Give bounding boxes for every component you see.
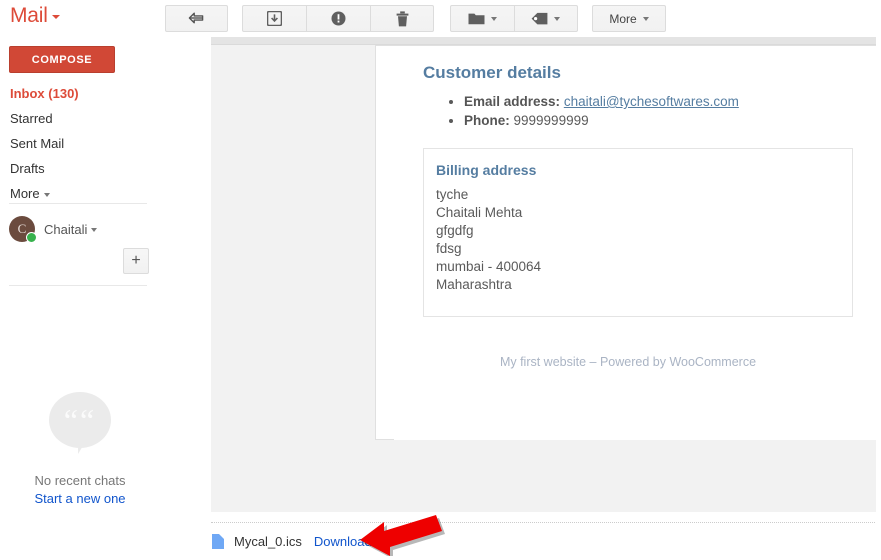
email-html-body: Customer details Email address: chaitali… [394,47,881,440]
customer-details-list: Email address: chaitali@tychesoftwares.c… [394,93,881,130]
start-new-chat-link[interactable]: Start a new one [0,491,160,506]
chat-empty-state: ““ No recent chats Start a new one [0,392,160,506]
chevron-down-icon [91,228,98,233]
online-status-dot [26,232,37,243]
top-bar: Mail More [0,0,881,38]
sidebar-item-label: Inbox (130) [10,86,79,101]
customer-details-heading: Customer details [423,63,561,82]
sidebar-item-inbox[interactable]: Inbox (130) [0,82,211,107]
chevron-down-icon [642,16,649,21]
add-contact-button[interactable]: + [123,248,149,274]
archive-icon [267,11,282,26]
attachment-download-link[interactable]: Download [314,534,372,549]
phone-label: Phone: [464,113,510,128]
sidebar-item-sent-mail[interactable]: Sent Mail [0,132,211,157]
delete-button[interactable] [371,6,433,31]
organize-button-group [450,5,578,32]
mail-logo[interactable]: Mail [10,4,60,28]
attachment-item: Mycal_0.ics Download [211,534,372,549]
content-scroll-strip[interactable] [211,37,881,45]
email-content-area: Customer details Email address: chaitali… [211,37,881,512]
billing-address-heading: Billing address [436,162,537,178]
sidebar-item-label: More [10,186,40,201]
billing-address-box: Billing address tyche Chaitali Mehta gfg… [423,148,853,317]
compose-button[interactable]: COMPOSE [9,46,115,73]
quote-marks-icon: ““ [63,402,97,438]
user-name[interactable]: Chaitali [44,221,98,237]
back-arrow-icon [188,12,204,23]
trash-icon [396,10,408,26]
attachment-file-name: Mycal_0.ics [234,534,302,549]
plus-icon: + [131,252,141,269]
billing-address-line: tyche [436,187,469,202]
billing-address-line: mumbai - 400064 [436,259,542,274]
email-address-label: Email address: [464,94,561,109]
sidebar-item-label: Sent Mail [10,136,65,151]
report-spam-button[interactable] [307,6,371,31]
billing-address-line: gfgdfg [436,223,474,238]
right-edge-strip [876,37,881,560]
exclamation-circle-icon [331,11,346,26]
user-name-label: Chaitali [44,221,88,237]
sidebar: COMPOSE Inbox (130) Starred Sent Mail Dr… [0,37,211,560]
hangouts-bubble-icon: ““ [49,392,111,454]
more-actions-button[interactable]: More [592,5,666,32]
attachment-divider [211,522,881,523]
chevron-down-icon [51,15,60,20]
file-icon [212,534,224,549]
email-body-card: Customer details Email address: chaitali… [375,45,881,440]
more-actions-label: More [609,11,637,26]
folder-icon [468,13,485,25]
email-footer-text: My first website – Powered by WooCommerc… [499,355,757,369]
sidebar-item-label: Drafts [10,161,45,176]
chevron-down-icon [490,16,497,21]
back-button[interactable] [165,5,228,32]
customer-email-link[interactable]: chaitali@tychesoftwares.com [564,94,739,109]
chevron-down-icon [554,16,561,21]
sidebar-nav: Inbox (130) Starred Sent Mail Drafts Mor… [0,82,211,207]
archive-button[interactable] [243,6,307,31]
sidebar-divider-bottom [9,285,147,286]
list-item: Phone: 9999999999 [464,112,881,130]
sidebar-item-label: Starred [10,111,53,126]
sidebar-item-starred[interactable]: Starred [0,107,211,132]
sidebar-item-drafts[interactable]: Drafts [0,157,211,182]
action-button-group [242,5,434,32]
chat-empty-text: No recent chats [34,473,126,488]
chevron-down-icon [43,192,50,197]
attachment-bar: Mycal_0.ics Download [211,512,881,560]
compose-label: COMPOSE [31,53,93,66]
billing-address-line: Chaitali Mehta [436,205,523,220]
sidebar-divider-top [9,203,147,204]
billing-address-line: Maharashtra [436,277,512,292]
list-item: Email address: chaitali@tychesoftwares.c… [464,93,881,111]
phone-value: 9999999999 [513,113,589,128]
mail-logo-text: Mail [10,4,48,27]
tag-icon [531,12,548,24]
labels-button[interactable] [515,6,578,31]
avatar[interactable]: C [9,216,37,243]
user-row: C Chaitali [0,211,160,247]
billing-address-line: fdsg [436,241,462,256]
move-to-button[interactable] [451,6,515,31]
